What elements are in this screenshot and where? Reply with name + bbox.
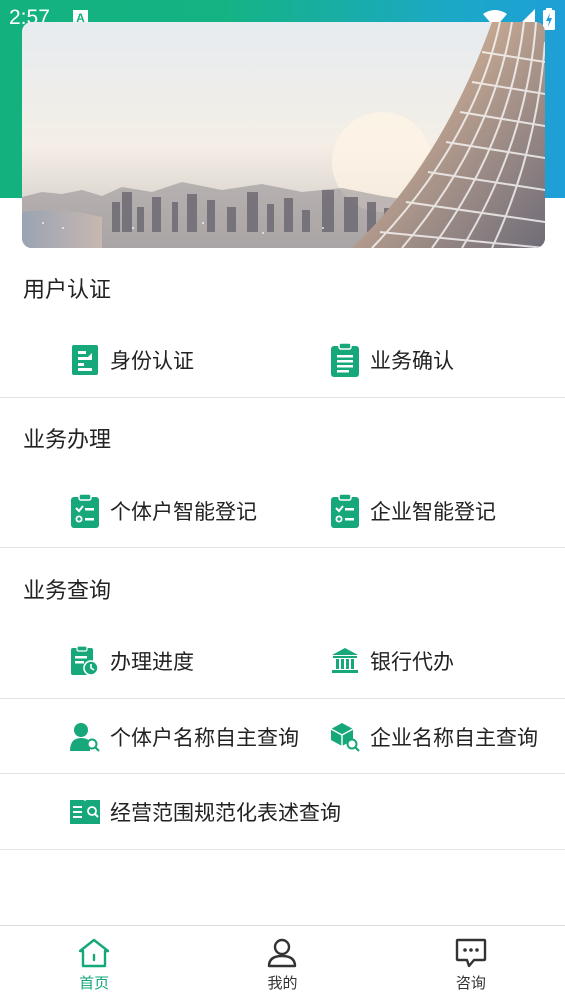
identity-auth-label: 身份认证 [110, 349, 194, 373]
enterprise-registration-label: 企业智能登记 [370, 500, 496, 524]
nav-home-label: 首页 [79, 973, 110, 992]
nav-mine[interactable]: 我的 [188, 926, 376, 1004]
chat-icon [455, 938, 487, 967]
divider [0, 397, 565, 398]
section-title-user-auth: 用户认证 [23, 278, 112, 303]
bank-agency-button[interactable]: 银行代办 [330, 644, 454, 678]
divider [0, 849, 565, 850]
nav-home[interactable]: 首页 [0, 926, 188, 1004]
user-icon [268, 938, 297, 967]
id-card-icon [70, 343, 100, 377]
checklist-icon [70, 494, 100, 528]
business-scope-query-button[interactable]: 经营范围规范化表述查询 [70, 795, 341, 829]
individual-registration-button[interactable]: 个体户智能登记 [70, 494, 257, 528]
progress-button[interactable]: 办理进度 [70, 644, 194, 678]
bank-icon [330, 644, 360, 678]
box-search-icon [330, 720, 360, 754]
business-confirm-label: 业务确认 [370, 349, 454, 373]
identity-auth-button[interactable]: 身份认证 [70, 343, 194, 377]
battery-icon [543, 8, 555, 30]
bottom-navigation: 首页 我的 咨询 [0, 925, 565, 1004]
enterprise-name-query-button[interactable]: 企业名称自主查询 [330, 720, 538, 754]
progress-label: 办理进度 [110, 650, 194, 674]
business-scope-query-label: 经营范围规范化表述查询 [110, 801, 341, 825]
nav-consult[interactable]: 咨询 [377, 926, 565, 1004]
divider [0, 698, 565, 699]
checklist-icon [330, 494, 360, 528]
section-title-business-handle: 业务办理 [23, 428, 112, 453]
book-search-icon [70, 795, 100, 829]
business-confirm-button[interactable]: 业务确认 [330, 343, 454, 377]
user-search-icon [70, 720, 100, 754]
progress-clock-icon [70, 644, 100, 678]
divider [0, 773, 565, 774]
section-title-business-query: 业务查询 [23, 579, 112, 604]
city-banner-image[interactable] [22, 22, 545, 248]
nav-consult-label: 咨询 [455, 973, 486, 992]
individual-name-query-label: 个体户名称自主查询 [110, 726, 299, 750]
enterprise-registration-button[interactable]: 企业智能登记 [330, 494, 496, 528]
home-icon [78, 938, 110, 967]
divider [0, 547, 565, 548]
clipboard-list-icon [330, 343, 360, 377]
nav-mine-label: 我的 [267, 973, 298, 992]
enterprise-name-query-label: 企业名称自主查询 [370, 726, 538, 750]
bank-agency-label: 银行代办 [370, 650, 454, 674]
individual-name-query-button[interactable]: 个体户名称自主查询 [70, 720, 299, 754]
individual-registration-label: 个体户智能登记 [110, 500, 257, 524]
